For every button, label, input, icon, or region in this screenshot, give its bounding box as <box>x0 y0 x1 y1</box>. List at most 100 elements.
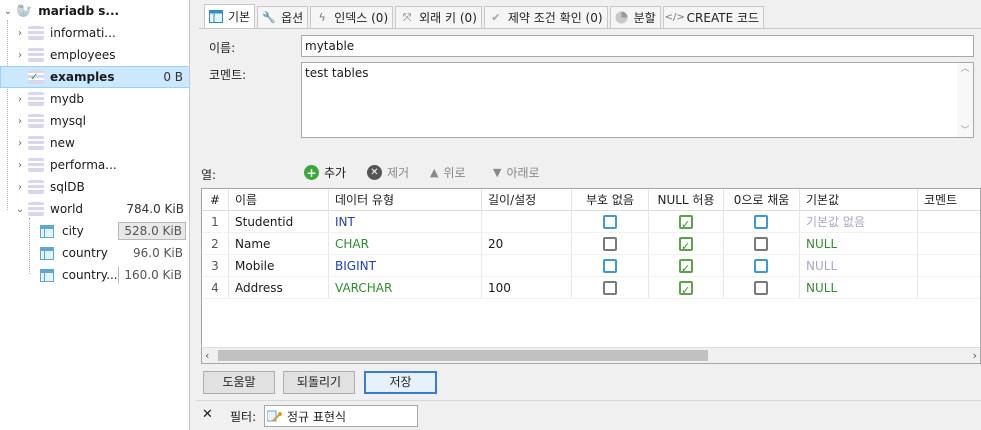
comment-scrollbar[interactable]: ︿ ﹀ <box>957 63 973 137</box>
zerofill-cell[interactable] <box>724 233 800 255</box>
data-type-cell[interactable]: INT <box>329 211 482 233</box>
tree-root-server[interactable]: ⌄ 🦭 mariadb s... <box>0 0 189 22</box>
nullable-cell[interactable] <box>649 233 724 258</box>
nullable-checkbox[interactable] <box>679 236 693 258</box>
length-cell[interactable]: 100 <box>482 277 572 299</box>
tree-item-table[interactable]: city 528.0 KiB <box>0 220 189 242</box>
header-cell[interactable]: 부호 없음 <box>572 189 649 211</box>
table-row[interactable]: 4 Address VARCHAR 100 NULL <box>202 277 980 302</box>
scroll-down-arrow-icon[interactable]: ﹀ <box>957 125 973 137</box>
comment-cell[interactable] <box>918 277 980 299</box>
tab-options[interactable]: 🔧 옵션 <box>257 6 309 28</box>
nullable-cell[interactable] <box>649 255 724 280</box>
default-cell[interactable]: NULL <box>800 233 918 255</box>
scroll-up-arrow-icon[interactable]: ︿ <box>957 63 973 75</box>
zerofill-checkbox[interactable] <box>754 215 768 229</box>
chevron-right-icon[interactable]: › <box>14 182 26 193</box>
unsigned-cell[interactable] <box>572 211 649 233</box>
header-cell[interactable]: 0으로 채움 <box>724 189 800 211</box>
column-name-cell[interactable]: Studentid <box>229 211 329 233</box>
nullable-cell[interactable] <box>649 277 724 302</box>
move-down-button[interactable]: ▼ 아래로 <box>493 164 540 181</box>
tab-basic[interactable]: 기본 <box>204 4 256 28</box>
default-cell[interactable]: NULL <box>800 255 918 277</box>
nullable-checkbox[interactable] <box>679 280 693 302</box>
header-cell[interactable]: 기본값 <box>800 189 918 211</box>
tab-check-constraints[interactable]: ✔ 제약 조건 확인 (0) <box>483 6 608 28</box>
scrollbar-thumb[interactable] <box>218 350 708 361</box>
tree-item-database[interactable]: › sqlDB <box>0 176 189 198</box>
length-cell[interactable] <box>482 211 572 233</box>
chevron-down-icon[interactable]: ⌄ <box>14 204 26 215</box>
scroll-left-arrow-icon[interactable]: ‹ <box>205 348 209 363</box>
unsigned-checkbox[interactable] <box>603 259 617 273</box>
header-cell[interactable]: # <box>202 189 229 211</box>
database-tree[interactable]: ⌄ 🦭 mariadb s... › informati... › employ… <box>0 0 190 430</box>
header-cell[interactable]: 코멘트 <box>918 189 980 211</box>
help-button[interactable]: 도움말 <box>203 371 275 394</box>
chevron-right-icon[interactable]: › <box>14 50 26 61</box>
tree-item-database-selected[interactable]: examples 0 B <box>0 66 189 88</box>
tree-item-database[interactable]: › mysql <box>0 110 189 132</box>
chevron-right-icon[interactable]: › <box>14 160 26 171</box>
header-cell[interactable]: 길이/설정 <box>482 189 572 211</box>
filter-input[interactable]: 정규 표현식 <box>264 405 418 427</box>
zerofill-cell[interactable] <box>724 211 800 233</box>
unsigned-cell[interactable] <box>572 233 649 255</box>
table-row[interactable]: 1 Studentid INT 기본값 없음 <box>202 211 980 236</box>
comment-cell[interactable] <box>918 255 980 277</box>
tree-item-database[interactable]: › informati... <box>0 22 189 44</box>
tab-partitions[interactable]: 분할 <box>609 6 661 28</box>
zerofill-checkbox[interactable] <box>754 237 768 251</box>
tree-item-database[interactable]: › mydb <box>0 88 189 110</box>
close-filter-icon[interactable]: ✕ <box>202 407 213 422</box>
tab-create-code[interactable]: </> CREATE 코드 <box>662 6 765 28</box>
table-row[interactable]: 2 Name CHAR 20 NULL <box>202 233 980 258</box>
tab-foreign-keys[interactable]: ⤧ 외래 키 (0) <box>395 6 482 28</box>
table-comment-textarea[interactable]: test tables ︿ ﹀ <box>301 62 974 138</box>
chevron-right-icon[interactable]: › <box>14 28 26 39</box>
chevron-right-icon[interactable]: › <box>14 138 26 149</box>
unsigned-cell[interactable] <box>572 277 649 299</box>
header-cell[interactable]: NULL 허용 <box>649 189 724 211</box>
tree-item-table[interactable]: country... 160.0 KiB <box>0 264 189 286</box>
length-cell[interactable]: 20 <box>482 233 572 255</box>
chevron-right-icon[interactable]: › <box>14 116 26 127</box>
nullable-checkbox[interactable] <box>679 258 693 280</box>
default-cell[interactable]: 기본값 없음 <box>800 211 918 233</box>
tree-item-database-expanded[interactable]: ⌄ world 784.0 KiB <box>0 198 189 220</box>
data-type-cell[interactable]: CHAR <box>329 233 482 255</box>
grid-horizontal-scrollbar[interactable]: ‹ › <box>201 347 981 364</box>
column-name-cell[interactable]: Mobile <box>229 255 329 277</box>
chevron-down-icon[interactable]: ⌄ <box>2 6 14 17</box>
save-button[interactable]: 저장 <box>364 371 437 394</box>
header-cell[interactable]: 데이터 유형 <box>329 189 482 211</box>
table-name-input[interactable]: mytable <box>301 35 974 57</box>
comment-cell[interactable] <box>918 211 980 233</box>
column-name-cell[interactable]: Name <box>229 233 329 255</box>
zerofill-checkbox[interactable] <box>754 281 768 295</box>
default-cell[interactable]: NULL <box>800 277 918 299</box>
move-up-button[interactable]: ▲ 위로 <box>430 164 466 181</box>
data-type-cell[interactable]: VARCHAR <box>329 277 482 299</box>
data-type-cell[interactable]: BIGINT <box>329 255 482 277</box>
zerofill-cell[interactable] <box>724 277 800 299</box>
comment-cell[interactable] <box>918 233 980 255</box>
unsigned-checkbox[interactable] <box>603 281 617 295</box>
unsigned-cell[interactable] <box>572 255 649 277</box>
header-cell[interactable]: 이름 <box>229 189 329 211</box>
discard-button[interactable]: 되돌리기 <box>283 371 355 394</box>
unsigned-checkbox[interactable] <box>603 237 617 251</box>
length-cell[interactable] <box>482 255 572 277</box>
column-name-cell[interactable]: Address <box>229 277 329 299</box>
table-row[interactable]: 3 Mobile BIGINT NULL <box>202 255 980 280</box>
unsigned-checkbox[interactable] <box>603 215 617 229</box>
zerofill-cell[interactable] <box>724 255 800 277</box>
tree-item-database[interactable]: › new <box>0 132 189 154</box>
tree-item-database[interactable]: › employees <box>0 44 189 66</box>
nullable-checkbox[interactable] <box>679 214 693 236</box>
tab-indexes[interactable]: ϟ 인덱스 (0) <box>310 6 394 28</box>
columns-grid[interactable]: # 이름 데이터 유형 길이/설정 부호 없음 NULL 허용 0으로 채움 기… <box>201 188 981 364</box>
remove-column-button[interactable]: ✕ 제거 <box>367 164 409 181</box>
chevron-right-icon[interactable]: › <box>14 94 26 105</box>
